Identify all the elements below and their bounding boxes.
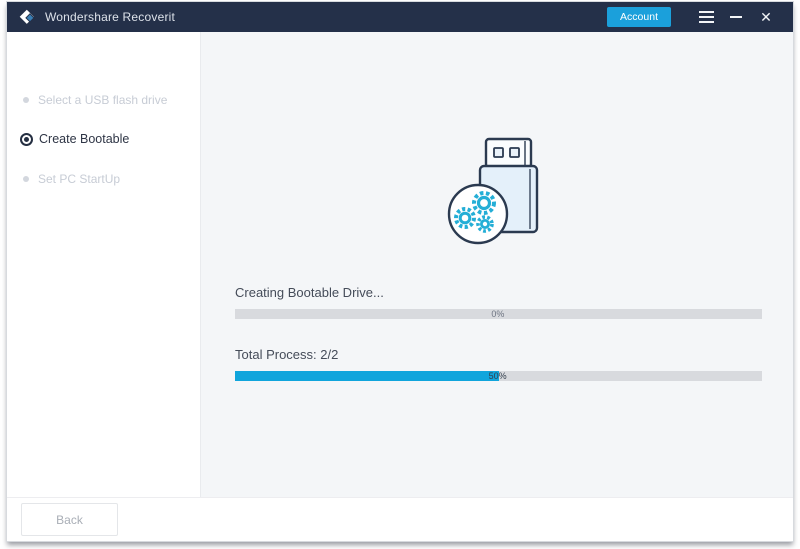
title-bar: Wondershare Recoverit Account ✕ [7, 2, 793, 32]
step-dot-icon [23, 176, 29, 182]
step-dot-icon [23, 97, 29, 103]
total-process-percent: 50% [488, 371, 507, 381]
account-button[interactable]: Account [607, 7, 671, 27]
current-task-progress-bar: 0% [235, 309, 762, 319]
main-content: Creating Bootable Drive... 0% Total Proc… [201, 32, 793, 497]
sidebar-item-label: Create Bootable [39, 132, 130, 146]
app-title: Wondershare Recoverit [45, 10, 176, 24]
step-radio-active-icon [20, 132, 33, 146]
sidebar-item-select-usb[interactable]: Select a USB flash drive [7, 87, 200, 113]
close-icon[interactable]: ✕ [751, 6, 781, 28]
progress-section: Creating Bootable Drive... 0% Total Proc… [235, 285, 762, 381]
sidebar-item-label: Select a USB flash drive [38, 93, 168, 107]
minimize-icon[interactable] [721, 6, 751, 28]
hamburger-menu-icon[interactable] [691, 6, 721, 28]
steps-sidebar: Select a USB flash drive Create Bootable… [7, 32, 201, 497]
progress-gap [235, 319, 762, 347]
sidebar-item-set-pc-startup[interactable]: Set PC StartUp [7, 166, 200, 192]
back-button[interactable]: Back [21, 503, 118, 536]
sidebar-item-label: Set PC StartUp [38, 172, 121, 186]
sidebar-item-create-bootable[interactable]: Create Bootable [7, 126, 200, 152]
app-window: Wondershare Recoverit Account ✕ Select a… [6, 1, 794, 542]
total-process-label: Total Process: 2/2 [235, 347, 339, 362]
total-process-progress-fill [235, 371, 499, 381]
usb-drive-with-gears-icon [447, 137, 539, 245]
wondershare-logo-icon [19, 9, 35, 24]
window-body: Select a USB flash drive Create Bootable… [7, 32, 793, 497]
current-task-label: Creating Bootable Drive... [235, 285, 384, 300]
total-process-progress-bar: 50% [235, 371, 762, 381]
footer-bar: Back [7, 497, 793, 541]
current-task-percent: 0% [491, 309, 505, 319]
